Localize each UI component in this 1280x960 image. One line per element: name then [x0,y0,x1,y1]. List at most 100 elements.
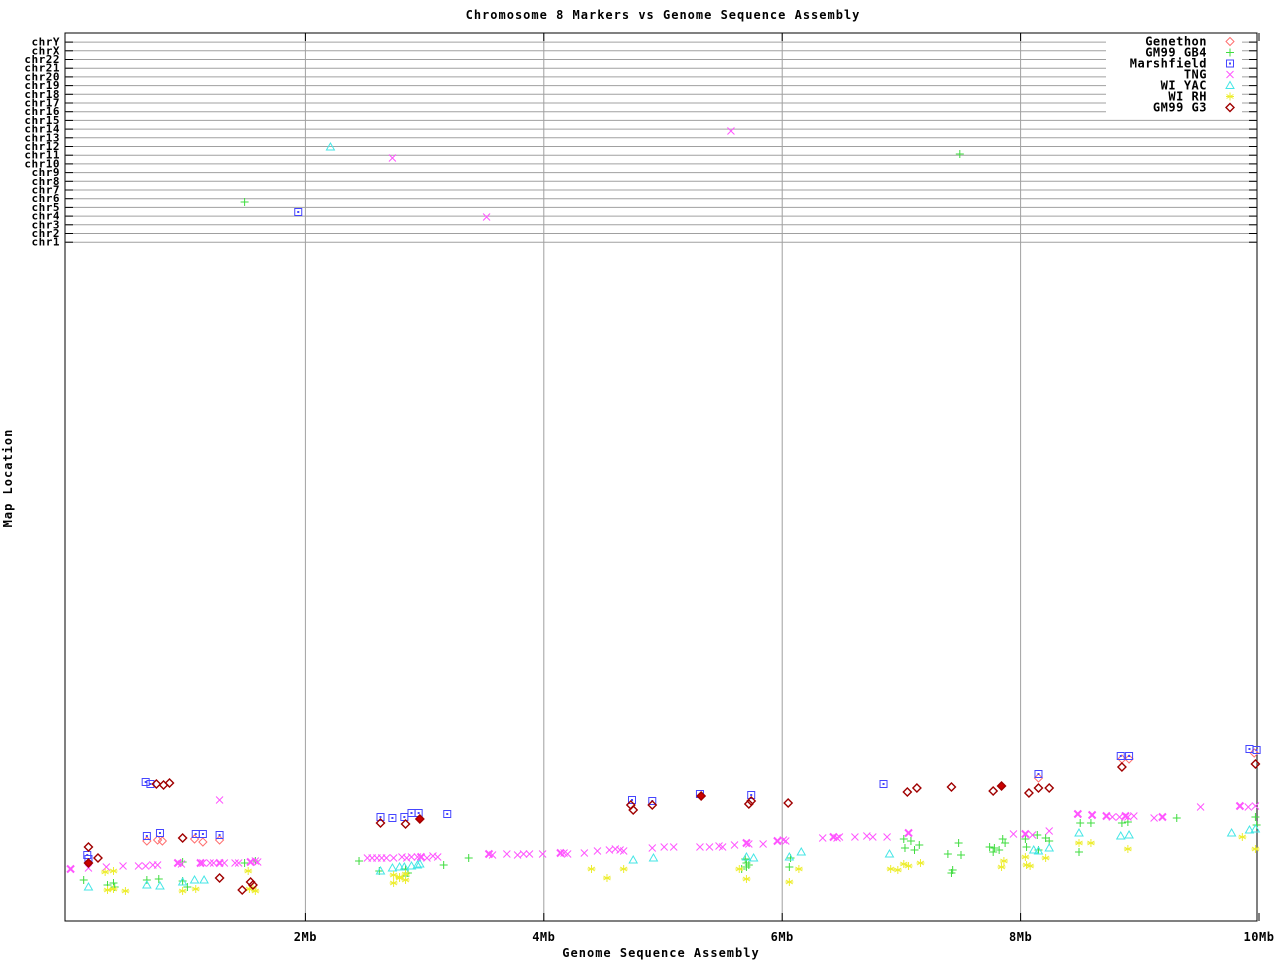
scatter-point [759,840,767,848]
scatter-point [1009,830,1018,838]
scatter-point [429,852,437,860]
scatter-point [906,837,915,845]
scatter-point [783,798,794,808]
scatter-point [1250,759,1261,769]
scatter-point [388,814,397,822]
scatter-point [886,865,895,873]
scatter-point [198,830,207,838]
scatter-point [730,841,739,849]
scatter-point [587,865,596,873]
scatter-point [206,859,214,867]
scatter-point [910,846,919,854]
scatter-point [946,782,957,792]
scatter-point [1115,830,1126,840]
scatter-point [142,832,151,840]
legend-label: GM99 G3 [1153,101,1207,115]
scatter-point [214,835,225,845]
scatter-point [423,854,431,862]
scatter-point [1121,811,1130,821]
scatter-point [153,861,162,869]
scatter-point [178,887,187,895]
scatter-point [835,833,844,841]
scatter-point [141,778,150,786]
x-tick-label-2mb: 2Mb [294,930,317,944]
scatter-point [1044,842,1055,852]
scatter-point [779,836,788,844]
scatter-point [464,854,473,862]
scatter-point [155,880,165,890]
scatter-point [893,866,902,874]
scatter-point [781,837,790,845]
scatter-point [915,841,924,849]
series-gm99-gb4 [79,150,1261,891]
scatter-point [785,863,794,871]
scatter-point [502,850,511,858]
scatter-point [995,846,1004,854]
scatter-point [1124,829,1134,839]
scatter-point [482,213,491,221]
scatter-point [884,848,895,858]
scatter-point [1244,803,1253,811]
scatter-point [407,809,416,817]
scatter-point [214,873,225,883]
scatter-point [1108,813,1117,821]
scatter-point [1076,819,1085,827]
scatter-point [1251,813,1260,821]
x-axis-title: Genome Sequence Assembly [562,946,759,960]
scatter-point [439,861,448,869]
scatter-point [400,813,409,821]
scatter-point [121,887,130,895]
scatter-point [525,850,534,858]
scatter-point [602,874,611,882]
scatter-point [389,854,398,862]
scatter-point [883,833,891,841]
scatter-point [215,831,224,839]
scatter-point [988,786,999,796]
scatter-point [198,837,208,847]
scatter-point [1026,862,1035,870]
scatter-point [696,843,704,851]
scatter-point [1033,831,1042,839]
scatter-point [1172,814,1181,822]
chromosome-rows: chrYchrXchr22chr21chr20chr19chr18chr17ch… [24,36,1257,249]
y-axis-title: Map Location [1,429,15,528]
scatter-point [154,875,163,883]
scatter-point [669,843,678,851]
scatter-point [1033,783,1044,793]
scatter-point [199,874,209,884]
scatter-point [66,864,75,874]
scatter-point [868,833,877,841]
series-gm99-g3 [83,759,1261,895]
scatter-point [134,862,143,870]
scatter-point [1074,827,1084,837]
scatter-point [1238,833,1247,841]
scatter-point [519,850,528,858]
scatter-point [705,843,714,851]
scatter-point [1226,827,1237,837]
series-wi-rh [101,833,1260,895]
x-tick-label-6mb: 6Mb [771,930,794,944]
scatter-point [83,842,94,852]
scatter-point [879,780,888,788]
scatter-point [1021,853,1030,861]
scatter-point [985,843,994,851]
scatter-point [957,851,965,859]
scatter-point [1045,827,1054,835]
scatter-point [611,845,620,853]
legend: GenethonGM99 GB4MarshfieldTNGWI YACWI RH… [1106,34,1242,115]
scatter-point [785,878,794,886]
plot-border [64,32,1258,922]
scatter-point [1075,839,1084,847]
scatter-point [1041,854,1050,862]
scatter-point [955,150,964,158]
scatter-point [231,859,239,867]
series-tng [66,127,1260,874]
scatter-point [996,781,1007,791]
scatter-point [1075,848,1084,856]
scatter-point [902,787,913,797]
scatter-point [1087,810,1097,820]
scatter-point [1086,839,1095,847]
scatter-point [109,867,118,875]
scatter-point [102,863,111,871]
scatter-point [851,833,859,841]
